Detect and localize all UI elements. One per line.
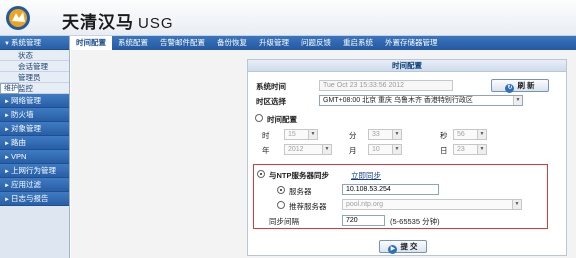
sidebar-group-system[interactable]: ▼系统管理 [0, 36, 69, 50]
second-label: 秒 [440, 131, 448, 140]
chevron-down-icon: ▼ [477, 130, 486, 139]
chevron-down-icon: ▼ [4, 41, 10, 47]
chevron-down-icon: ▼ [512, 200, 521, 209]
tab-feedback[interactable]: 问题反馈 [295, 36, 337, 50]
recommended-server-radio[interactable] [277, 201, 285, 209]
minute-label: 分 [349, 131, 357, 140]
tab-external-storage[interactable]: 外置存储器管理 [379, 36, 444, 50]
ntp-sync-label: 与NTP服务器同步 [269, 171, 329, 180]
tab-list: 时间配置 系统配置 告警邮件配置 备份恢复 升级管理 问题反馈 重启系统 外置存… [70, 36, 444, 50]
system-time-field: Tue Oct 23 15:33:56 2012 [319, 80, 453, 91]
day-label: 日 [440, 146, 448, 155]
chevron-right-icon: ► [4, 99, 10, 105]
hour-label: 时 [262, 131, 270, 140]
chevron-right-icon: ► [4, 141, 10, 147]
sidebar-item-maintenance[interactable]: 维护 [0, 83, 19, 94]
tab-backup-restore[interactable]: 备份恢复 [211, 36, 253, 50]
chevron-right-icon: ► [4, 183, 10, 189]
panel-title: 时间配置 [248, 60, 566, 72]
sidebar-item-status[interactable]: 状态 [0, 50, 69, 61]
sidebar: ▼系统管理 状态 会话管理 管理员 维护 监控 ►网络管理 ►防火墙 ►对象管理… [0, 36, 70, 258]
hour-select[interactable]: 15 ▼ [284, 129, 318, 140]
chevron-right-icon: ► [4, 197, 10, 203]
main-content: 时间配置 系统时间 Tue Oct 23 15:33:56 2012 ↻ 刷 新 … [71, 50, 576, 258]
sidebar-group-vpn[interactable]: ►VPN [0, 150, 69, 164]
chevron-right-icon: ► [4, 113, 10, 119]
sidebar-item-admin[interactable]: 管理员 [0, 72, 69, 83]
tab-upgrade[interactable]: 升级管理 [253, 36, 295, 50]
chevron-down-icon: ▼ [392, 130, 401, 139]
interval-hint: (5-65535 分钟) [390, 217, 440, 226]
sidebar-group-logs[interactable]: ►日志与报告 [0, 192, 69, 206]
sync-now-link[interactable]: 立即同步 [351, 170, 381, 181]
sidebar-group-network[interactable]: ►网络管理 [0, 94, 69, 108]
chevron-down-icon: ▼ [322, 145, 331, 154]
chevron-down-icon: ▼ [513, 96, 522, 105]
time-config-panel: 时间配置 系统时间 Tue Oct 23 15:33:56 2012 ↻ 刷 新 … [247, 59, 567, 256]
minute-select[interactable]: 33 ▼ [368, 129, 402, 140]
submit-icon: ▶ [388, 245, 398, 254]
tab-reboot[interactable]: 重启系统 [337, 36, 379, 50]
logo-icon [6, 6, 30, 30]
app-header: 天清汉马 USG [0, 0, 576, 36]
ntp-section: 与NTP服务器同步 立即同步 服务器 10.108.53.254 推荐服务器 p… [253, 164, 548, 229]
tab-alert-mail[interactable]: 告警邮件配置 [154, 36, 211, 50]
refresh-icon: ↻ [505, 84, 515, 93]
server-label: 服务器 [289, 187, 312, 196]
chevron-down-icon: ▼ [392, 145, 401, 154]
second-select[interactable]: 56 ▼ [453, 129, 487, 140]
sidebar-group-objects[interactable]: ►对象管理 [0, 122, 69, 136]
month-select[interactable]: 10 ▼ [368, 144, 402, 155]
chevron-right-icon: ► [4, 127, 10, 133]
tab-system-config[interactable]: 系统配置 [112, 36, 154, 50]
time-config-radio[interactable] [255, 114, 263, 122]
year-select[interactable]: 2012 ▼ [284, 144, 332, 155]
day-select[interactable]: 23 ▼ [453, 144, 487, 155]
year-label: 年 [262, 146, 270, 155]
recommended-server-select[interactable]: pool.ntp.org ▼ [342, 199, 522, 210]
chevron-right-icon: ► [4, 169, 10, 175]
chevron-down-icon: ▼ [308, 130, 317, 139]
brand-title: 天清汉马 USG [62, 13, 174, 32]
server-radio[interactable] [277, 186, 285, 194]
chevron-down-icon: ▼ [477, 145, 486, 154]
chevron-right-icon: ► [4, 155, 10, 161]
timezone-label: 时区选择 [256, 97, 286, 106]
server-input[interactable]: 10.108.53.254 [342, 184, 439, 195]
timezone-select[interactable]: GMT+08:00 北京 重庆 乌鲁木齐 香港特别行政区 ▼ [319, 95, 523, 106]
time-config-label: 时间配置 [267, 115, 297, 124]
interval-label: 同步间隔 [269, 217, 299, 226]
sidebar-group-behavior[interactable]: ►上网行为管理 [0, 164, 69, 178]
recommended-server-label: 推荐服务器 [289, 202, 327, 211]
sidebar-item-sessions[interactable]: 会话管理 [0, 61, 69, 72]
tab-time-config[interactable]: 时间配置 [70, 36, 112, 50]
sidebar-group-routing[interactable]: ►路由 [0, 136, 69, 150]
refresh-button[interactable]: ↻ 刷 新 [491, 79, 549, 93]
sidebar-group-firewall[interactable]: ►防火墙 [0, 108, 69, 122]
ntp-sync-radio[interactable] [257, 170, 265, 178]
interval-input[interactable]: 720 [342, 215, 385, 226]
sidebar-group-app-filter[interactable]: ►应用过滤 [0, 178, 69, 192]
submit-button[interactable]: ▶ 提 交 [379, 240, 427, 254]
system-time-label: 系统时间 [256, 82, 286, 91]
month-label: 月 [349, 146, 357, 155]
